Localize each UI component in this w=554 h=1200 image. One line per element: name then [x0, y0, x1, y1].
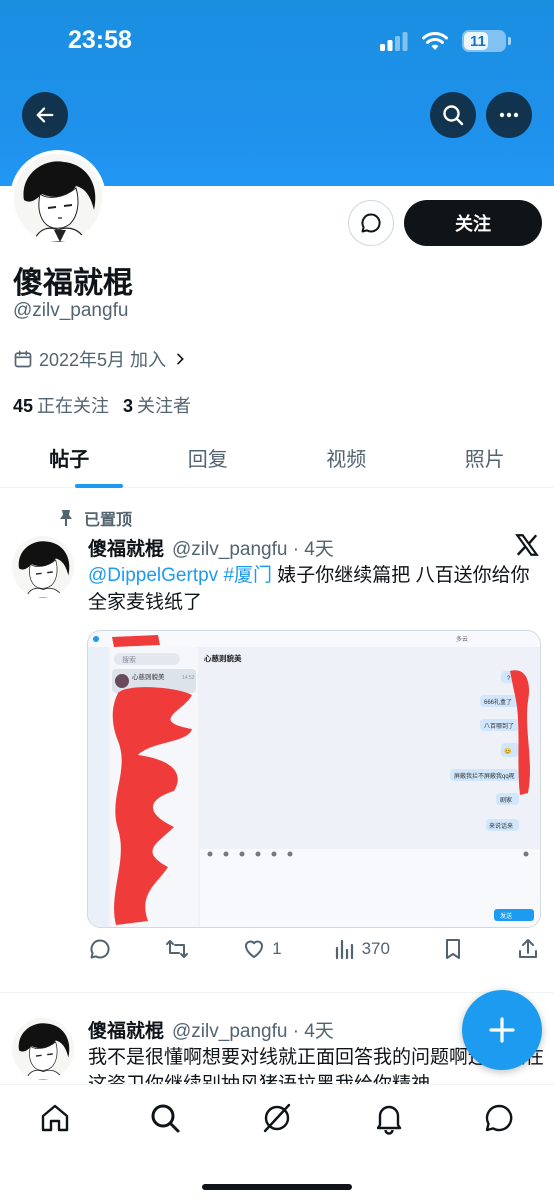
- plus-icon: [489, 1017, 515, 1043]
- avatar-illustration: [12, 1018, 74, 1080]
- view-count: 370: [361, 939, 390, 958]
- status-time: 23:58: [68, 26, 132, 54]
- pinned-text: 已置顶: [84, 512, 133, 529]
- post-author-avatar[interactable]: [12, 1018, 74, 1080]
- media-send-button: 发送: [500, 912, 512, 920]
- cellular-signal-icon: [380, 32, 408, 51]
- media-message: 剧家: [500, 796, 512, 804]
- pinned-label: 已置顶: [58, 506, 132, 530]
- post-hashtag-link[interactable]: #厦门: [223, 565, 272, 586]
- battery-level: 11: [470, 32, 486, 50]
- chevron-right-icon: [177, 353, 184, 365]
- media-contact-name: 心慈则貌美: [132, 672, 165, 681]
- followers-count: 3: [123, 396, 134, 416]
- post-author-name[interactable]: 傻福就棍: [88, 1016, 164, 1043]
- reply-button[interactable]: [88, 937, 112, 961]
- post-media-image[interactable]: 搜索 心慈则貌美 14:52 心慈则貌美 多云 ? 666礼盒了 八百哪到了 😊…: [87, 630, 541, 928]
- follow-button[interactable]: 关注: [404, 200, 542, 246]
- avatar-illustration: [12, 536, 74, 598]
- post-header: 傻福就棍 @zilv_pangfu · 4天: [88, 534, 334, 561]
- chat-bubble-icon: [361, 213, 381, 233]
- repost-button[interactable]: [164, 937, 190, 961]
- post-meta: @zilv_pangfu · 4天: [172, 539, 334, 560]
- media-chat-title: 心慈则貌美: [204, 653, 242, 663]
- media-message: 😊: [504, 747, 511, 755]
- grok-icon[interactable]: [260, 1101, 294, 1135]
- qq-chat-screenshot: 搜索 心慈则貌美 14:52 心慈则貌美 多云 ? 666礼盒了 八百哪到了 😊…: [88, 631, 540, 927]
- media-message: 八百哪到了: [484, 722, 514, 730]
- media-message: 屏蔽我拦不屏蔽我qq呢: [454, 772, 515, 780]
- more-horizontal-icon: [499, 112, 519, 118]
- media-message: 666礼盒了: [484, 698, 512, 706]
- post-body: @DippelGertpv #厦门 婊子你继续篇把 八百送你给你全家麦钱纸了: [88, 562, 544, 616]
- bell-icon[interactable]: [372, 1101, 406, 1135]
- profile-handle: @zilv_pangfu: [13, 300, 129, 321]
- share-button[interactable]: [516, 937, 540, 961]
- profile-display-name: 傻福就棍: [13, 267, 133, 300]
- post-header: 傻福就棍 @zilv_pangfu · 4天: [88, 1016, 334, 1043]
- search-icon[interactable]: [148, 1101, 182, 1135]
- message-button[interactable]: [348, 200, 394, 246]
- more-options-button[interactable]: [486, 92, 532, 138]
- back-button[interactable]: [22, 92, 68, 138]
- messages-icon[interactable]: [482, 1101, 516, 1135]
- arrow-left-icon: [36, 107, 54, 123]
- wifi-icon: [422, 32, 448, 50]
- compose-post-button[interactable]: [462, 990, 542, 1070]
- followers-label: 关注者: [137, 396, 192, 416]
- tab-posts[interactable]: 帖子: [0, 428, 139, 487]
- media-message: 来说话来: [489, 822, 513, 830]
- home-indicator: [202, 1184, 352, 1190]
- bookmark-button[interactable]: [442, 937, 464, 961]
- status-icons: 11: [380, 30, 511, 52]
- followers-link[interactable]: 3 关注者: [123, 392, 191, 418]
- tab-videos[interactable]: 视频: [277, 428, 416, 487]
- reply-icon: [90, 939, 110, 959]
- tab-photos[interactable]: 照片: [416, 428, 554, 487]
- active-tab-indicator: [75, 484, 123, 488]
- home-icon[interactable]: [38, 1101, 72, 1135]
- profile-tabs: 帖子 回复 视频 照片: [0, 428, 554, 488]
- follow-stats: 45 正在关注 3 关注者: [13, 392, 191, 418]
- pin-icon: [60, 510, 72, 526]
- bottom-navigation: [0, 1084, 554, 1200]
- following-count: 45: [13, 396, 34, 416]
- media-contact-time: 14:52: [182, 675, 195, 681]
- media-search-placeholder: 搜索: [122, 655, 136, 664]
- like-button[interactable]: 1: [242, 937, 282, 961]
- views-button[interactable]: 370: [334, 938, 390, 960]
- search-icon: [443, 105, 464, 126]
- bar-chart-icon: [335, 939, 353, 960]
- tab-replies[interactable]: 回复: [139, 428, 278, 487]
- profile-avatar[interactable]: [10, 150, 106, 246]
- following-link[interactable]: 45 正在关注: [13, 392, 109, 418]
- following-label: 正在关注: [37, 396, 110, 416]
- like-count: 1: [272, 939, 282, 958]
- post-author-name[interactable]: 傻福就棍: [88, 534, 164, 561]
- post-divider: [0, 992, 554, 993]
- post-author-avatar[interactable]: [12, 536, 74, 598]
- x-logo-icon: [515, 534, 539, 556]
- avatar-illustration: [14, 154, 102, 242]
- post-mention-link[interactable]: @DippelGertpv: [88, 565, 218, 586]
- joined-date-text: 2022年5月 加入: [39, 350, 167, 370]
- heart-icon: [245, 940, 264, 958]
- post-meta: @zilv_pangfu · 4天: [172, 1021, 334, 1042]
- share-icon: [519, 939, 537, 958]
- joined-date-row[interactable]: 2022年5月 加入: [13, 346, 188, 372]
- media-top-right: 多云: [456, 635, 468, 643]
- search-button[interactable]: [430, 92, 476, 138]
- post-actions: 1 370: [88, 937, 540, 961]
- repost-icon: [166, 940, 189, 958]
- bookmark-icon: [445, 939, 460, 959]
- calendar-icon: [14, 350, 32, 368]
- battery-indicator: 11: [462, 30, 511, 52]
